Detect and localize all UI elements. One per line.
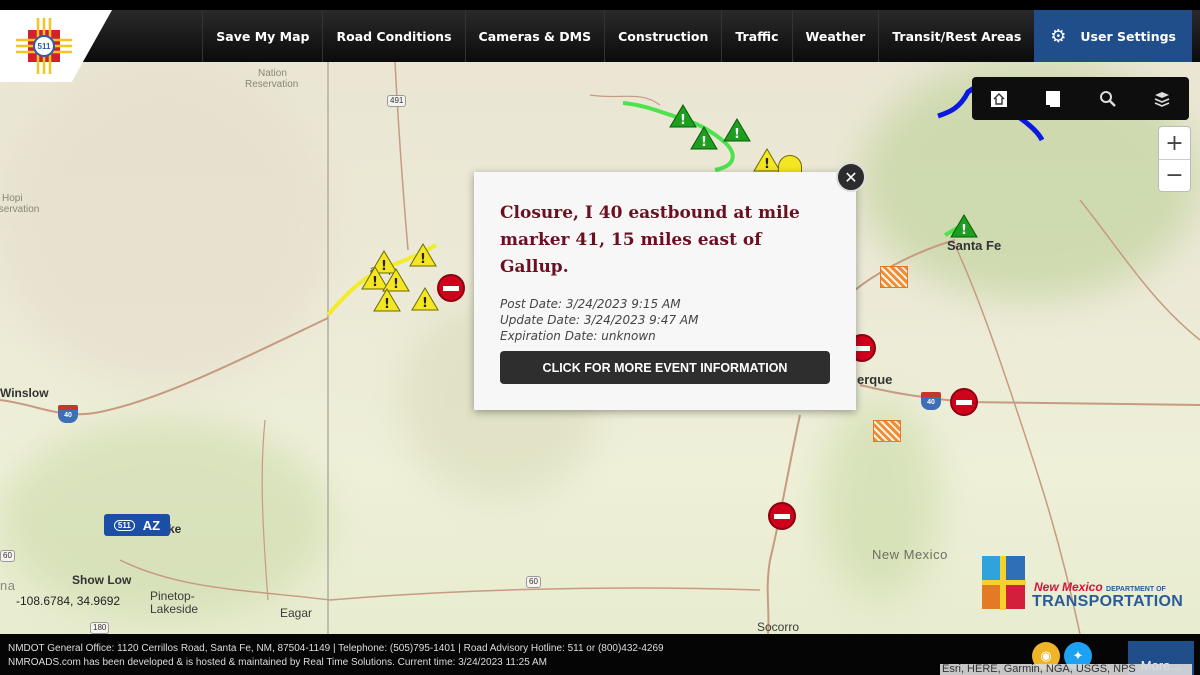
footer-contact: NMDOT General Office: 1120 Cerrillos Roa… xyxy=(8,643,664,654)
nav-transit-rest-areas[interactable]: Transit/Rest Areas xyxy=(878,10,1034,62)
road-i40-west xyxy=(0,317,329,416)
svg-text:511: 511 xyxy=(38,42,51,51)
event-dates: Post Date: 3/24/2023 9:15 AM Update Date… xyxy=(500,296,830,344)
nmdot-transportation: TRANSPORTATION xyxy=(1032,593,1184,610)
road-us491 xyxy=(394,61,409,251)
zoom-control: + − xyxy=(1158,126,1191,192)
road-i40-east xyxy=(859,384,1200,406)
us-491-shield: 491 xyxy=(387,95,407,107)
warning-green-icon[interactable]: ! xyxy=(690,126,718,150)
svg-text:!: ! xyxy=(734,127,740,142)
map-label-winslow: Winslow xyxy=(0,386,49,400)
nav-construction[interactable]: Construction xyxy=(604,10,721,62)
us-180-shield: 180 xyxy=(90,622,110,634)
coordinates-readout: -108.6784, 34.9692 xyxy=(16,594,121,608)
map-label-pinetop-1: Pinetop- xyxy=(150,589,195,603)
az-511-link[interactable]: 511 AZ xyxy=(104,514,170,536)
event-popup: Closure, I 40 eastbound at mile marker 4… xyxy=(474,172,856,410)
svg-text:!: ! xyxy=(422,296,428,311)
popup-close-button[interactable]: ✕ xyxy=(836,162,866,192)
closure-icon[interactable] xyxy=(950,388,978,416)
warning-yellow-icon[interactable]: ! xyxy=(411,287,439,311)
map-label-ke: ke xyxy=(168,522,182,536)
state-view-button[interactable] xyxy=(1037,83,1069,115)
more-event-info-button[interactable]: CLICK FOR MORE EVENT INFORMATION xyxy=(500,351,830,384)
event-expiration-date: Expiration Date: unknown xyxy=(500,329,656,343)
road-us60 xyxy=(119,559,761,601)
map-label-santa-fe: Santa Fe xyxy=(947,238,1002,253)
svg-text:!: ! xyxy=(961,223,967,238)
footer-credits: NMROADS.com has been developed & is host… xyxy=(8,657,547,668)
gear-icon: ⚙ xyxy=(1050,25,1067,47)
twitter-icon: ✦ xyxy=(1072,648,1084,664)
search-button[interactable] xyxy=(1092,83,1124,115)
warning-green-icon[interactable]: ! xyxy=(669,104,697,128)
map-label-hopi-reservation: Reservation xyxy=(0,204,40,215)
layers-button[interactable] xyxy=(1146,83,1178,115)
svg-text:!: ! xyxy=(701,135,707,150)
nmdot-dept-of: DEPARTMENT OF xyxy=(1106,586,1166,593)
road-local xyxy=(261,419,269,601)
map-label-pinetop: Pinetop- Lakeside xyxy=(150,590,198,616)
top-strip xyxy=(0,0,1200,10)
map-label-albuquerque: erque xyxy=(857,372,893,387)
map-attribution: Esri, HERE, Garmin, NGA, USGS, NPS xyxy=(940,664,1192,675)
zoom-out-button[interactable]: − xyxy=(1159,159,1190,191)
nmdot-new-mexico: New Mexico xyxy=(1034,580,1103,594)
construction-icon[interactable] xyxy=(873,420,901,442)
nmdot-line1: New Mexico DEPARTMENT OF xyxy=(1034,580,1166,594)
az-511-icon: 511 xyxy=(113,519,135,531)
us-60-shield: 60 xyxy=(526,576,541,588)
home-button[interactable] xyxy=(983,83,1015,115)
nmdot-logo: New Mexico DEPARTMENT OF TRANSPORTATION xyxy=(982,556,1196,614)
map-label-nation: Nation xyxy=(258,68,287,79)
map-label-reservation: Reservation xyxy=(245,79,299,90)
svg-text:!: ! xyxy=(384,297,390,312)
rss-icon: ◉ xyxy=(1040,648,1052,664)
nav-weather[interactable]: Weather xyxy=(791,10,879,62)
warning-yellow-icon[interactable]: ! xyxy=(373,288,401,312)
event-title: Closure, I 40 eastbound at mile marker 4… xyxy=(500,203,800,277)
zia-tiles-icon xyxy=(982,556,1026,610)
i40-shield-west: 40 xyxy=(58,405,78,423)
main-nav: Save My Map Road Conditions Cameras & DM… xyxy=(0,10,1200,62)
search-icon xyxy=(1099,90,1116,107)
az-511-label: AZ xyxy=(142,517,161,533)
closure-icon[interactable] xyxy=(437,274,465,302)
zia-511-icon: 511 xyxy=(16,18,72,74)
svg-text:!: ! xyxy=(420,252,426,267)
map-label-hopi: Hopi xyxy=(2,193,23,204)
construction-icon[interactable] xyxy=(880,266,908,288)
warning-yellow-icon[interactable]: ! xyxy=(753,148,781,172)
user-settings-button[interactable]: ⚙ User Settings xyxy=(1034,10,1192,62)
warning-green-icon[interactable]: ! xyxy=(950,214,978,238)
new-mexico-shape-icon xyxy=(1046,90,1061,107)
nav-save-my-map[interactable]: Save My Map xyxy=(202,10,322,62)
svg-text:!: ! xyxy=(680,113,686,128)
close-icon: ✕ xyxy=(844,167,858,187)
road-ne xyxy=(1079,199,1200,341)
map-label-show-low: Show Low xyxy=(72,573,132,587)
svg-text:!: ! xyxy=(764,157,770,172)
map-label-new-mexico: New Mexico xyxy=(872,547,948,562)
us-60-shield-west: 60 xyxy=(0,550,15,562)
zoom-in-button[interactable]: + xyxy=(1159,127,1190,159)
i40-shield-east: 40 xyxy=(921,392,941,410)
nav-traffic[interactable]: Traffic xyxy=(721,10,791,62)
event-post-date: Post Date: 3/24/2023 9:15 AM xyxy=(500,297,681,311)
map-label-eagar: Eagar xyxy=(280,606,313,620)
home-icon xyxy=(991,90,1008,107)
map-label-pinetop-2: Lakeside xyxy=(150,602,199,616)
map-label-socorro: Socorro xyxy=(757,620,800,634)
layers-icon xyxy=(1154,91,1170,107)
event-update-date: Update Date: 3/24/2023 9:47 AM xyxy=(500,313,699,327)
user-settings-label: User Settings xyxy=(1080,28,1176,44)
warning-yellow-icon[interactable]: ! xyxy=(409,243,437,267)
map-label-na: na xyxy=(0,578,16,593)
nav-cameras-dms[interactable]: Cameras & DMS xyxy=(464,10,605,62)
nav-road-conditions[interactable]: Road Conditions xyxy=(322,10,464,62)
map-toolbar xyxy=(972,77,1189,120)
closure-icon[interactable] xyxy=(768,502,796,530)
warning-green-icon[interactable]: ! xyxy=(723,118,751,142)
